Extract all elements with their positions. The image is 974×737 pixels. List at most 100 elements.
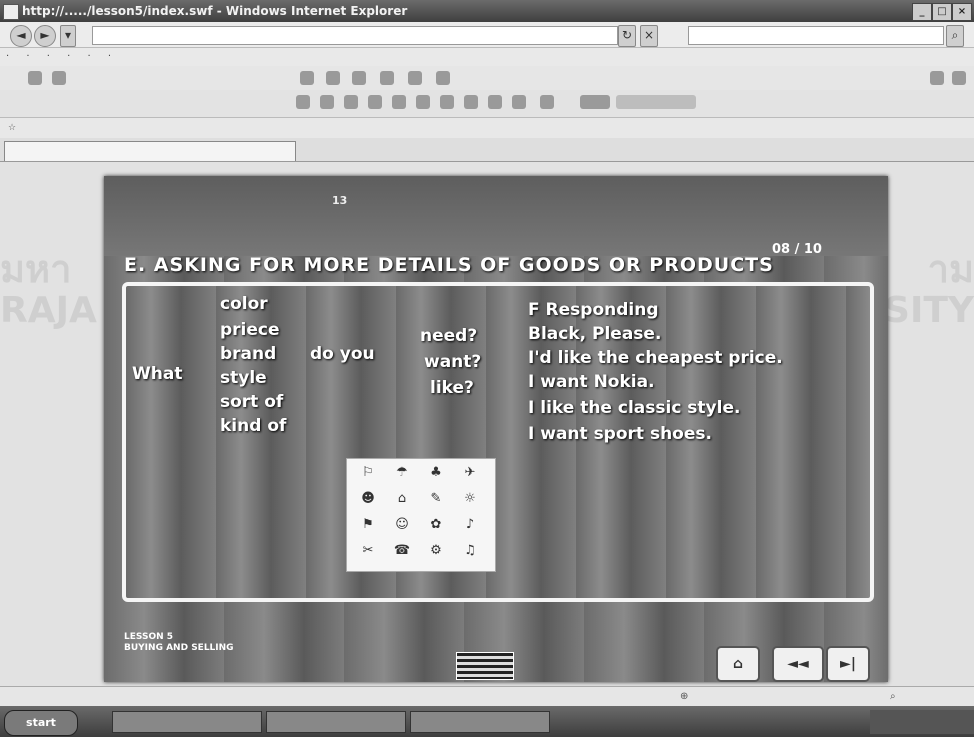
slide-title: E. ASKING FOR MORE DETAILS OF GOODS OR P… <box>124 254 774 276</box>
tab-bar <box>0 138 974 162</box>
menu-file[interactable]: · <box>6 51 9 62</box>
toolbar-icon[interactable] <box>930 71 944 85</box>
close-button[interactable]: × <box>952 3 972 21</box>
response-5: I want sport shoes. <box>528 424 712 444</box>
menu-edit[interactable]: · <box>26 51 29 62</box>
menu-tools[interactable]: · <box>88 51 91 62</box>
response-4: I like the classic style. <box>528 398 741 418</box>
option-color: color <box>220 294 268 314</box>
slide-header: 13 <box>104 176 888 256</box>
product-icon: ☼ <box>464 491 476 506</box>
browser-tab[interactable] <box>4 141 296 161</box>
stop-icon[interactable]: × <box>640 25 658 47</box>
taskbar-item[interactable] <box>410 711 550 733</box>
back-nav-button[interactable]: ◄ <box>10 25 32 47</box>
toolbar-icon[interactable] <box>326 71 340 85</box>
toolbar-icon[interactable] <box>580 95 610 109</box>
response-3: I want Nokia. <box>528 372 655 392</box>
window-titlebar: http://...../lesson5/index.swf - Windows… <box>0 0 974 22</box>
window-title: http://...../lesson5/index.swf - Windows… <box>22 4 408 18</box>
product-icon: ☻ <box>361 491 375 506</box>
product-icon: ✂ <box>362 543 374 558</box>
option-style: style <box>220 368 267 388</box>
toolbar-icon[interactable] <box>436 71 450 85</box>
taskbar-item[interactable] <box>266 711 406 733</box>
start-button[interactable]: start <box>4 710 78 736</box>
search-input[interactable] <box>688 26 944 45</box>
back-button[interactable]: ◄◄ <box>772 646 824 682</box>
zoom-icon[interactable]: ⌕ <box>890 687 896 707</box>
product-icon: ☎ <box>393 543 411 558</box>
address-bar: ◄ ► ▾ ↻ × ⌕ <box>0 22 974 48</box>
option-sort-of: sort of <box>220 392 284 412</box>
product-icon: ✎ <box>430 491 442 506</box>
toolbar-icon[interactable] <box>408 71 422 85</box>
do-you-phrase: do you <box>310 344 375 364</box>
product-icon: ⚑ <box>362 517 374 532</box>
what-word: What <box>132 364 183 384</box>
toolbar-icon[interactable] <box>368 95 382 109</box>
toolbar-icon[interactable] <box>488 95 502 109</box>
menu-stack-icon[interactable] <box>456 652 514 680</box>
status-bar: ⊕ ⌕ <box>0 686 974 706</box>
toolbar-icon[interactable] <box>392 95 406 109</box>
toolbar-icon[interactable] <box>440 95 454 109</box>
ie-icon <box>3 4 19 20</box>
page-counter: 08 / 10 <box>772 242 822 257</box>
refresh-icon[interactable]: ↻ <box>618 25 636 47</box>
watermark-left-bottom: RAJA <box>0 290 97 331</box>
history-dropdown-icon[interactable]: ▾ <box>60 25 76 47</box>
menu-bar: · · · · · · <box>0 48 974 66</box>
watermark-right-bottom: SITY <box>884 290 974 331</box>
settings-icon[interactable] <box>952 71 966 85</box>
product-icon: ⌂ <box>397 491 407 506</box>
response-1: Black, Please. <box>528 324 662 344</box>
toolbar-icon[interactable] <box>512 95 526 109</box>
product-icon: ♪ <box>465 517 475 532</box>
toolbar-primary <box>0 66 974 90</box>
option-brand: brand <box>220 344 277 364</box>
toolbar-icon[interactable] <box>52 71 66 85</box>
toolbar-icon[interactable] <box>296 95 310 109</box>
toolbar-icon[interactable] <box>320 95 334 109</box>
content-panel: What color priece brand style sort of ki… <box>122 282 874 602</box>
forward-nav-button[interactable]: ► <box>34 25 56 47</box>
toolbar-icon[interactable] <box>300 71 314 85</box>
toolbar-icon[interactable] <box>380 71 394 85</box>
toolbar-icon[interactable] <box>344 95 358 109</box>
toolbar-icon[interactable] <box>464 95 478 109</box>
minimize-button[interactable]: _ <box>912 3 932 21</box>
next-button[interactable]: ►| <box>826 646 870 682</box>
zone-icon: ⊕ <box>680 691 689 702</box>
system-tray <box>870 710 974 734</box>
verb-want: want? <box>424 352 482 372</box>
lesson-slide: 13 E. ASKING FOR MORE DETAILS OF GOODS O… <box>104 176 888 682</box>
favorites-icon[interactable]: ☆ <box>8 123 16 133</box>
lesson-footer-label: LESSON 5 BUYING AND SELLING <box>124 632 234 654</box>
taskbar: start <box>0 706 974 737</box>
slide-header-number: 13 <box>332 194 348 207</box>
product-icon: ⚙ <box>430 543 442 558</box>
toolbar-icon[interactable] <box>28 71 42 85</box>
toolbar-icon[interactable] <box>416 95 430 109</box>
verb-like: like? <box>430 378 474 398</box>
verb-need: need? <box>420 326 478 346</box>
product-icon: ✈ <box>464 465 476 480</box>
toolbar-icon[interactable] <box>352 71 366 85</box>
product-image-grid: ⚐ ☂ ♣ ✈ ☻ ⌂ ✎ ☼ ⚑ ☺ ✿ ♪ ✂ ☎ ⚙ ♫ <box>346 458 496 572</box>
taskbar-item[interactable] <box>112 711 262 733</box>
menu-view[interactable]: · <box>47 51 50 62</box>
home-button[interactable]: ⌂ <box>716 646 760 682</box>
option-priece: priece <box>220 320 280 340</box>
product-icon: ☂ <box>396 465 408 480</box>
menu-help[interactable]: · <box>108 51 111 62</box>
product-icon: ✿ <box>430 517 442 532</box>
search-icon[interactable]: ⌕ <box>946 25 964 47</box>
menu-favorites[interactable]: · <box>67 51 70 62</box>
product-icon: ☺ <box>395 517 409 532</box>
url-input[interactable] <box>92 26 618 45</box>
toolbar-icon[interactable] <box>616 95 696 109</box>
toolbar-icon[interactable] <box>540 95 554 109</box>
product-icon: ♣ <box>430 465 442 480</box>
maximize-button[interactable]: □ <box>932 3 952 21</box>
